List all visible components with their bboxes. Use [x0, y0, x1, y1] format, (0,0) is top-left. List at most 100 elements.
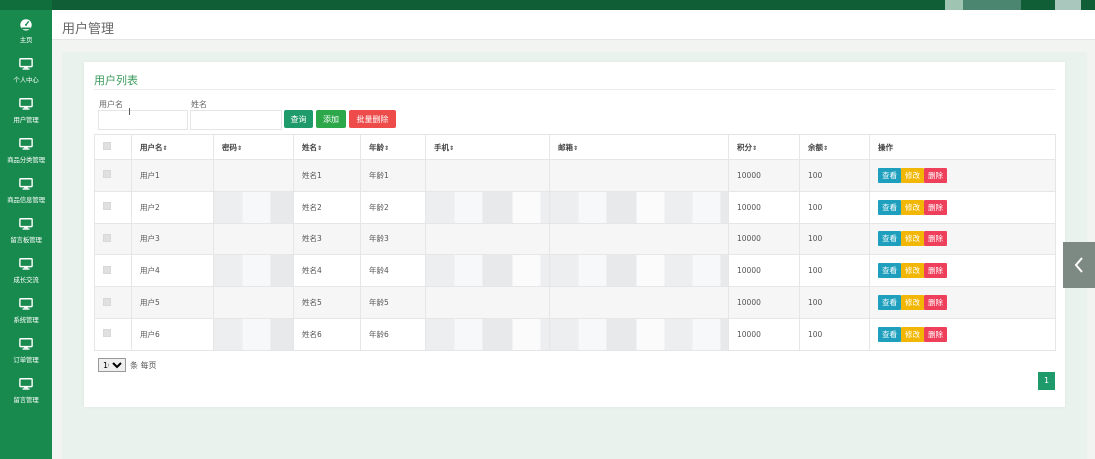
column-header-label: 姓名: [302, 142, 317, 152]
actions-cell: 查看 修改 删除: [869, 222, 1056, 256]
row-checkbox[interactable]: [103, 202, 111, 211]
view-button[interactable]: 查看: [878, 231, 901, 247]
page-size-select[interactable]: 10: [98, 358, 126, 372]
sidebar-item-1[interactable]: 个人中心: [0, 50, 52, 90]
password-cell-redacted: [213, 254, 294, 288]
row-checkbox[interactable]: [103, 265, 111, 274]
phone-cell-redacted: [425, 286, 550, 319]
sort-icon: ⇕: [237, 144, 243, 152]
page-title: 用户管理: [62, 22, 115, 37]
delete-button[interactable]: 删除: [924, 263, 947, 279]
add-button[interactable]: 添加: [316, 110, 346, 128]
sidebar-item-5[interactable]: 留言板管理: [0, 210, 52, 250]
name-input[interactable]: [190, 110, 282, 130]
edit-button[interactable]: 修改: [901, 199, 924, 215]
points-cell: 10000: [728, 159, 800, 192]
sidebar-item-0[interactable]: 主页: [0, 10, 52, 50]
username-cell: 用户2: [131, 190, 214, 224]
sidebar-item-2[interactable]: 用户管理: [0, 90, 52, 130]
username-cell: 用户3: [131, 222, 214, 256]
balance-cell: 100: [799, 159, 870, 192]
monitor-icon: [19, 297, 33, 314]
sort-icon: ⇕: [449, 144, 455, 152]
sidebar-item-6[interactable]: 成长交流: [0, 250, 52, 290]
column-header[interactable]: 余额⇕: [799, 134, 870, 160]
phone-cell-redacted: [425, 190, 550, 224]
age-cell: 年龄3: [360, 222, 426, 256]
balance-cell: 100: [799, 286, 870, 319]
select-all-checkbox[interactable]: [103, 142, 111, 150]
sort-icon: ⇕: [384, 144, 390, 152]
delete-button[interactable]: 删除: [924, 167, 947, 183]
name-cell: 姓名3: [293, 222, 361, 256]
sidebar-item-label: 用户管理: [13, 115, 39, 124]
sidebar-menu: 主页个人中心用户管理商品分类管理 商品信息管理留言板管理 成长交流 系统管理 订单管理留…: [0, 10, 52, 410]
username-input[interactable]: [98, 110, 188, 130]
row-checkbox[interactable]: [103, 233, 111, 242]
sidebar-item-3[interactable]: 商品分类管理: [0, 130, 52, 170]
sidebar-item-4[interactable]: 商品信息管理: [0, 170, 52, 210]
sort-icon: ⇕: [752, 144, 758, 152]
email-cell-redacted: [549, 159, 729, 192]
view-button[interactable]: 查看: [878, 199, 901, 215]
edit-button[interactable]: 修改: [901, 167, 924, 183]
monitor-icon: [19, 217, 33, 234]
balance-cell: 100: [799, 254, 870, 288]
row-checkbox[interactable]: [103, 329, 111, 338]
age-cell: 年龄4: [360, 254, 426, 288]
batch-delete-button[interactable]: 批量删除: [349, 110, 396, 128]
column-header[interactable]: 年龄⇕: [360, 134, 426, 160]
table-row: 用户4 姓名4 年龄4 10000 100 查看 修改 删除: [94, 254, 1056, 288]
age-cell: 年龄2: [360, 190, 426, 224]
chevron-left-icon: [1074, 257, 1083, 273]
column-header[interactable]: 邮箱⇕: [549, 134, 729, 160]
row-select-cell: [94, 222, 132, 256]
column-header[interactable]: 用户名⇕: [131, 134, 214, 160]
edit-button[interactable]: 修改: [901, 231, 924, 247]
username-cell: 用户6: [131, 317, 214, 351]
name-cell: 姓名4: [293, 254, 361, 288]
monitor-icon: [19, 337, 33, 354]
edit-button[interactable]: 修改: [901, 263, 924, 279]
edit-button[interactable]: 修改: [901, 295, 924, 311]
column-header[interactable]: 手机⇕: [425, 134, 550, 160]
view-button[interactable]: 查看: [878, 167, 901, 183]
column-header-label: 余额: [808, 142, 823, 152]
password-cell-redacted: [213, 159, 294, 192]
page-header: 用户管理: [52, 10, 1095, 40]
phone-cell-redacted: [425, 222, 550, 256]
actions-cell: 查看 修改 删除: [869, 159, 1056, 192]
sidebar-item-label: 商品信息管理: [7, 195, 45, 204]
edit-button[interactable]: 修改: [901, 326, 924, 342]
row-checkbox[interactable]: [103, 297, 111, 306]
sidebar-item-label: 个人中心: [13, 75, 39, 84]
card-title: 用户列表: [94, 74, 138, 87]
delete-button[interactable]: 删除: [924, 295, 947, 311]
column-header[interactable]: 积分⇕: [728, 134, 800, 160]
view-button[interactable]: 查看: [878, 263, 901, 279]
delete-button[interactable]: 删除: [924, 326, 947, 342]
column-header[interactable]: 姓名⇕: [293, 134, 361, 160]
column-header[interactable]: 密码⇕: [213, 134, 294, 160]
sidebar-item-9[interactable]: 留言管理: [0, 370, 52, 410]
row-checkbox[interactable]: [103, 170, 111, 179]
email-cell-redacted: [549, 286, 729, 319]
collapse-tab[interactable]: [1063, 242, 1095, 288]
view-button[interactable]: 查看: [878, 326, 901, 342]
name-cell: 姓名6: [293, 317, 361, 351]
column-header-label: 邮箱: [558, 142, 573, 152]
view-button[interactable]: 查看: [878, 295, 901, 311]
sidebar-item-label: 商品分类管理: [7, 155, 45, 164]
password-cell-redacted: [213, 222, 294, 256]
column-header-label: 年龄: [369, 142, 384, 152]
delete-button[interactable]: 删除: [924, 231, 947, 247]
query-button[interactable]: 查询: [284, 110, 313, 128]
table-row: 用户5 姓名5 年龄5 10000 100 查看 修改 删除: [94, 286, 1056, 319]
select-all-cell: [94, 134, 132, 160]
sidebar-item-7[interactable]: 系统管理: [0, 290, 52, 330]
page-button-current[interactable]: 1: [1038, 372, 1055, 390]
phone-cell-redacted: [425, 159, 550, 192]
column-header: 操作: [869, 134, 1056, 160]
delete-button[interactable]: 删除: [924, 199, 947, 215]
sidebar-item-8[interactable]: 订单管理: [0, 330, 52, 370]
